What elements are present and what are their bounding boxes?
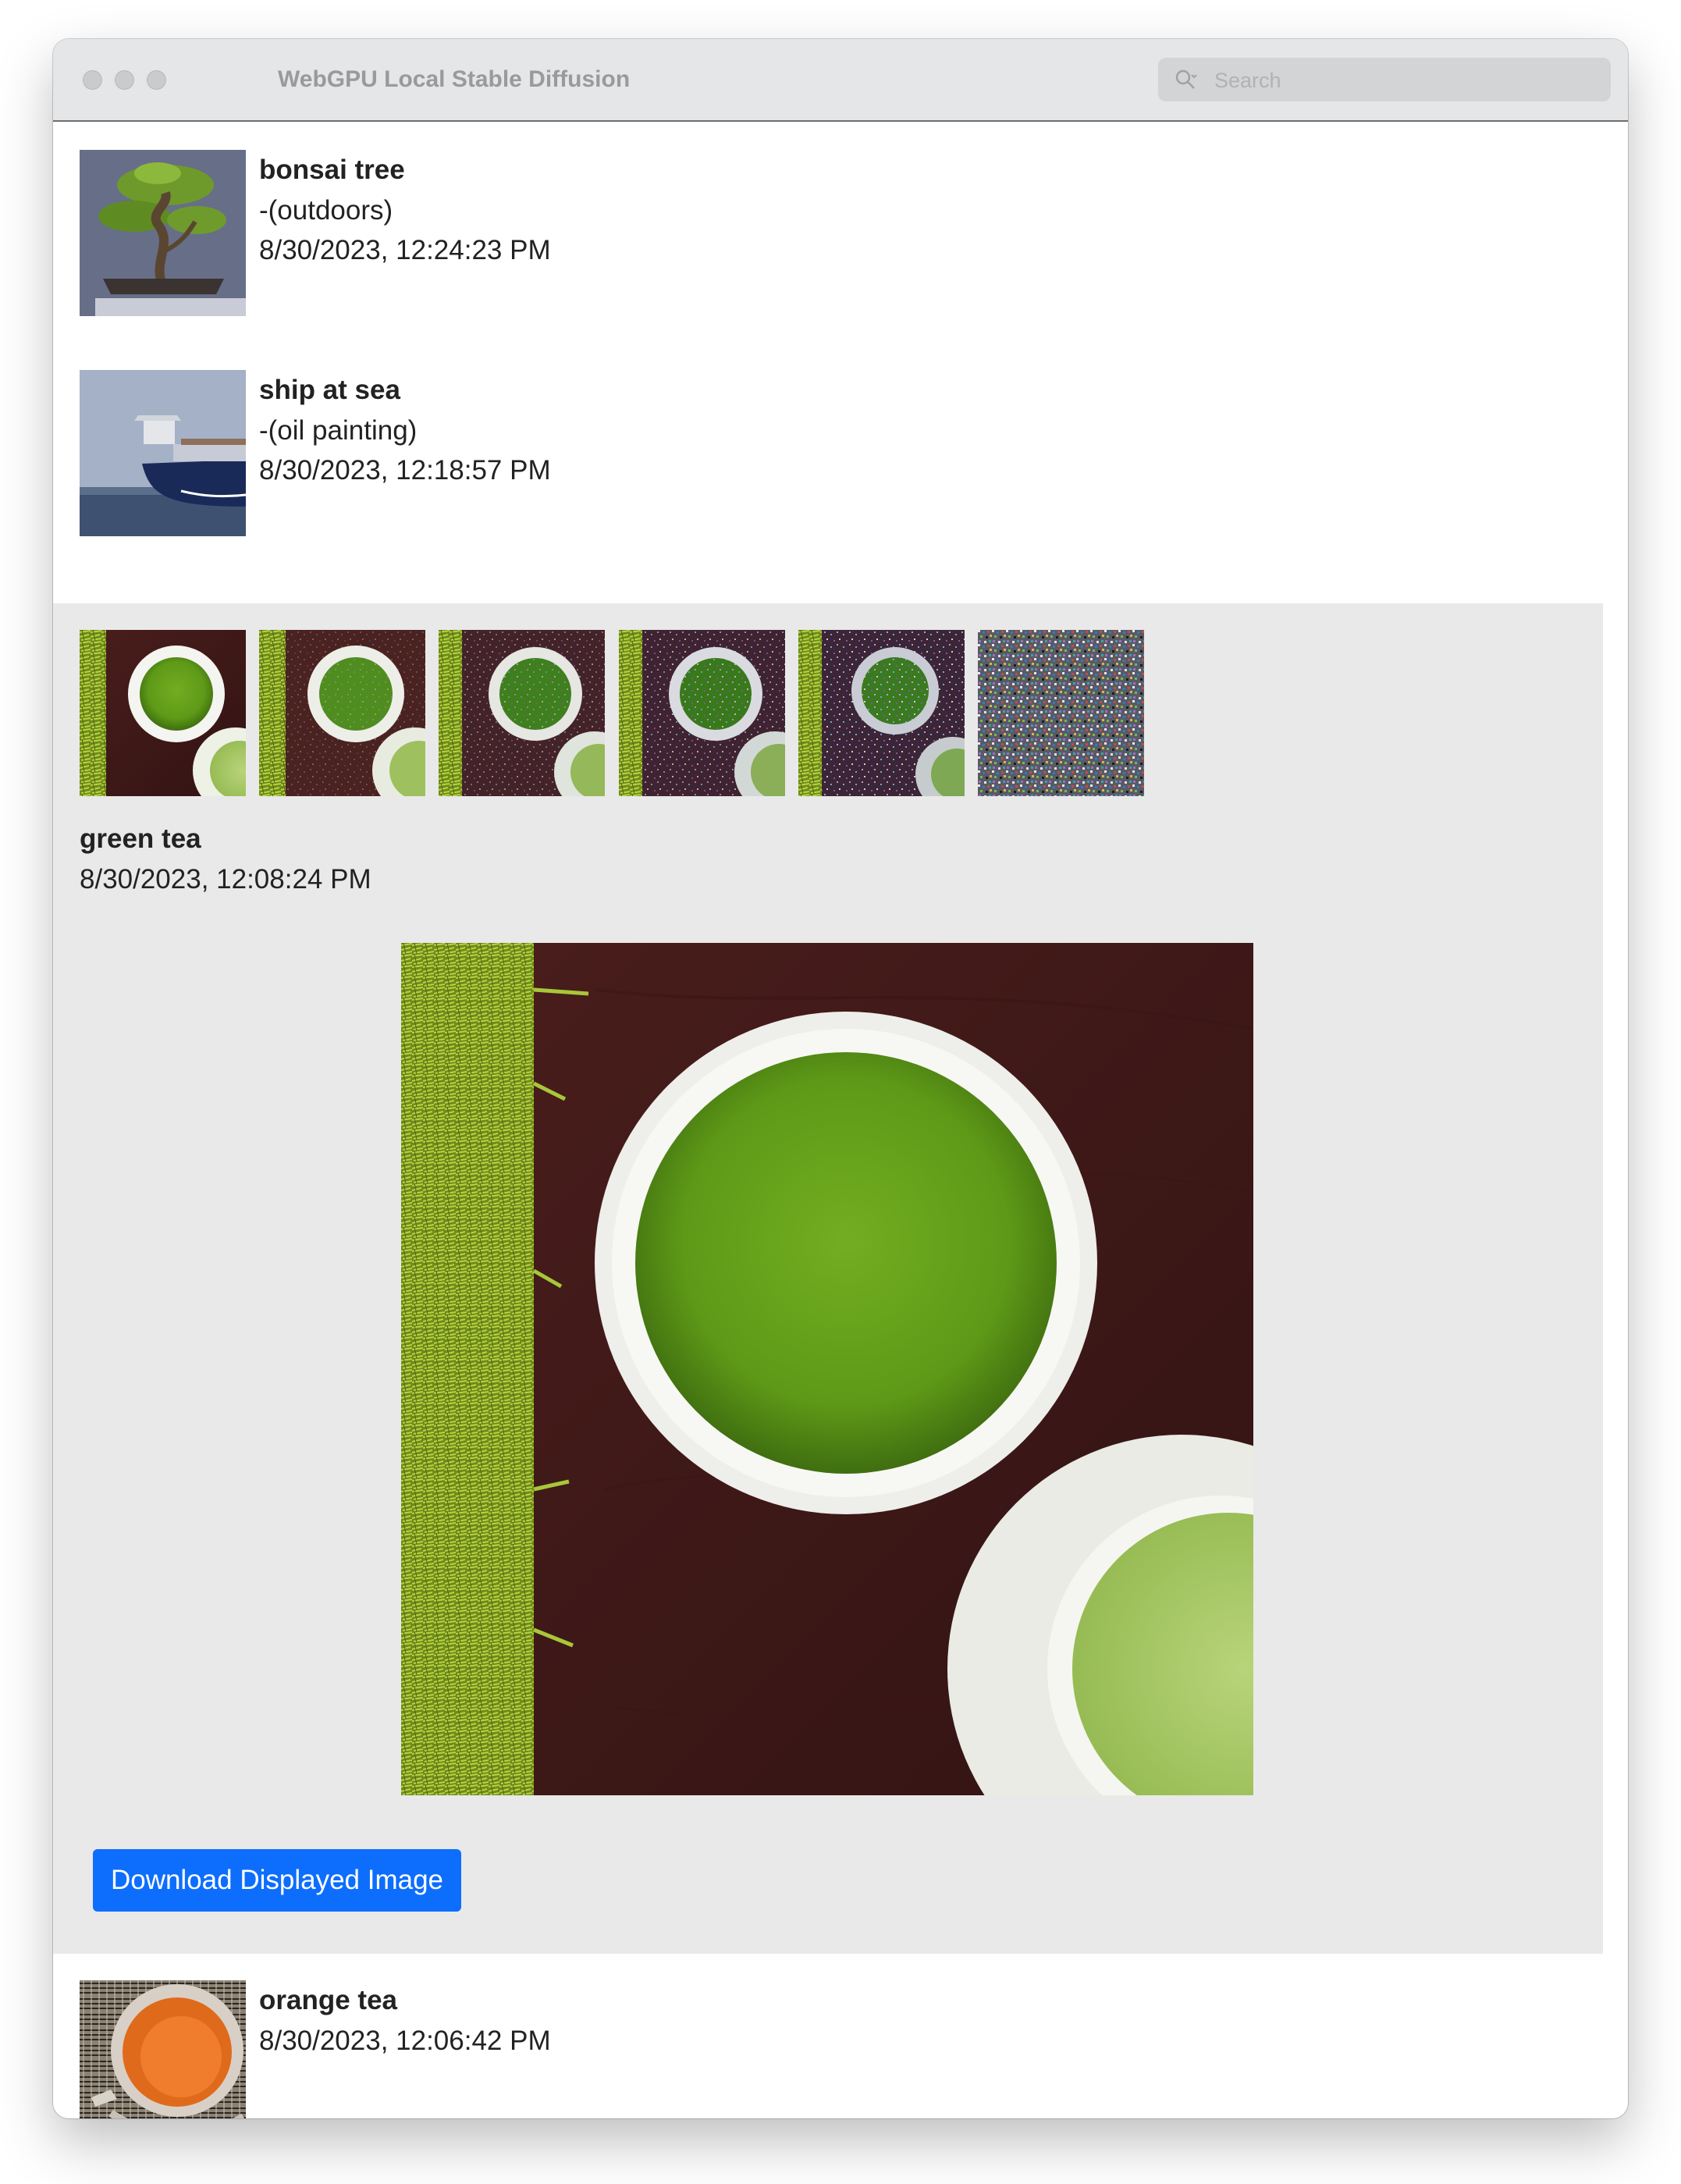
bonsai-tree-image[interactable] xyxy=(80,150,246,316)
history-item[interactable]: orange tea 8/30/2023, 12:06:42 PM xyxy=(53,1954,1603,2118)
history-item[interactable]: ship at sea -(oil painting) 8/30/2023, 1… xyxy=(53,343,1603,603)
diffusion-step-3-thumbnail[interactable] xyxy=(439,630,605,796)
item-timestamp: 8/30/2023, 12:24:23 PM xyxy=(259,235,551,265)
diffusion-step-4-thumbnail[interactable] xyxy=(619,630,785,796)
diffusion-step-1-thumbnail[interactable] xyxy=(80,630,246,796)
item-prompt: ship at sea xyxy=(259,375,400,405)
search-field[interactable]: Search xyxy=(1158,58,1611,101)
title-bar: WebGPU Local Stable Diffusion Search xyxy=(53,39,1628,122)
diffusion-step-6-thumbnail[interactable] xyxy=(978,630,1144,796)
search-placeholder: Search xyxy=(1214,69,1281,92)
item-prompt: orange tea xyxy=(259,1985,397,2015)
item-prompt: green tea xyxy=(80,823,201,854)
diffusion-step-5-thumbnail[interactable] xyxy=(798,630,965,796)
history-list: bonsai tree -(outdoors) 8/30/2023, 12:24… xyxy=(53,123,1628,2118)
item-timestamp: 8/30/2023, 12:08:24 PM xyxy=(80,864,371,895)
orange-tea-image[interactable] xyxy=(80,1980,246,2118)
zoom-window-button[interactable] xyxy=(147,70,166,90)
window-title: WebGPU Local Stable Diffusion xyxy=(278,66,631,92)
item-prompt: bonsai tree xyxy=(259,155,405,185)
green-tea-image xyxy=(401,943,1253,1795)
item-negative-prompt: -(outdoors) xyxy=(259,195,393,226)
item-timestamp: 8/30/2023, 12:18:57 PM xyxy=(259,455,551,486)
search-icon xyxy=(1175,69,1197,89)
close-window-button[interactable] xyxy=(83,70,102,90)
ship-image[interactable] xyxy=(80,370,246,536)
item-negative-prompt: -(oil painting) xyxy=(259,415,418,446)
history-item-expanded: green tea 8/30/2023, 12:08:24 PM Downloa… xyxy=(53,603,1603,1954)
item-timestamp: 8/30/2023, 12:06:42 PM xyxy=(259,2026,551,2056)
minimize-window-button[interactable] xyxy=(115,70,134,90)
diffusion-step-2-thumbnail[interactable] xyxy=(259,630,425,796)
app-window: WebGPU Local Stable Diffusion Search bon… xyxy=(53,39,1628,2118)
history-item[interactable]: bonsai tree -(outdoors) 8/30/2023, 12:24… xyxy=(53,123,1603,343)
download-image-button[interactable]: Download Displayed Image xyxy=(93,1849,461,1912)
